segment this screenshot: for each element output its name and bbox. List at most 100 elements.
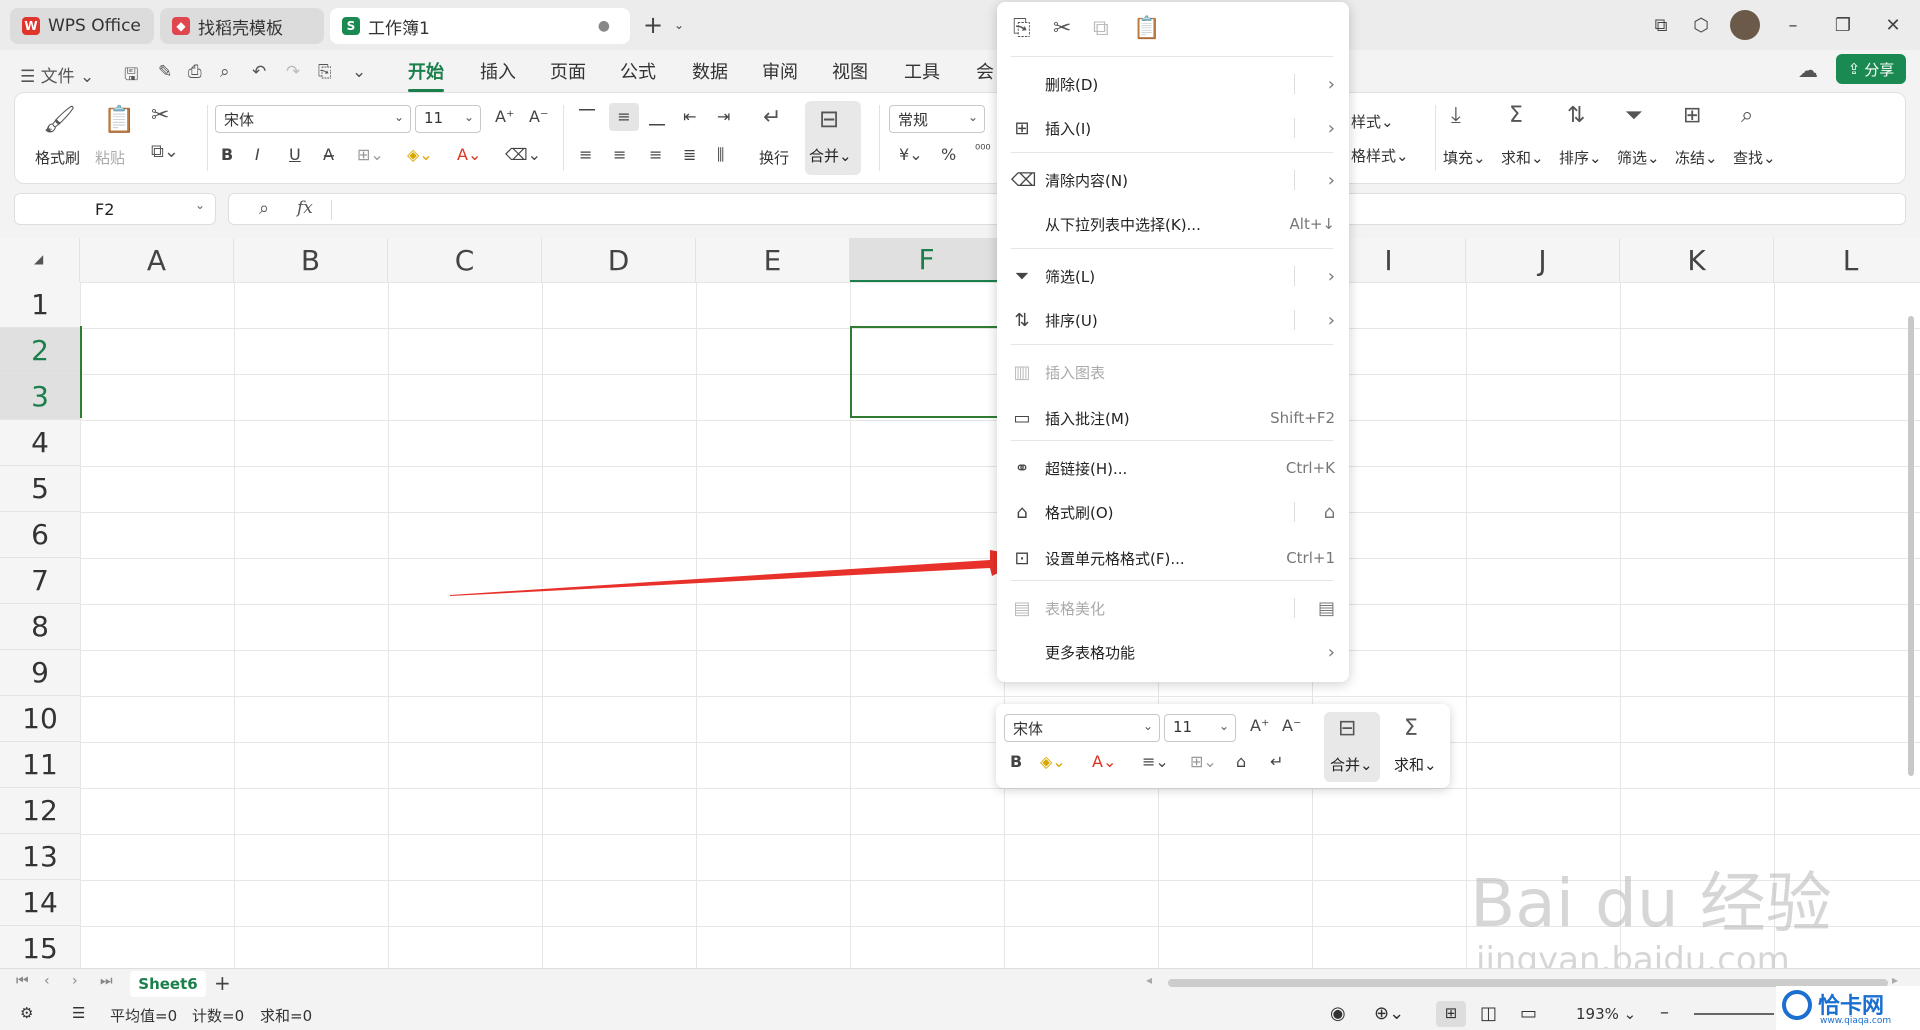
redo-icon[interactable]: ↷ bbox=[286, 62, 300, 82]
view-mode-icon[interactable]: ⊕⌄ bbox=[1374, 1003, 1404, 1024]
row-header[interactable]: 12 bbox=[0, 788, 80, 834]
row-header[interactable]: 9 bbox=[0, 650, 80, 696]
number-format-select[interactable]: 常规 ⌄ bbox=[889, 105, 985, 133]
context-menu-item[interactable]: ⚭ 超链接(H)... Ctrl+K bbox=[997, 448, 1349, 488]
freeze-icon[interactable]: ⊞ bbox=[1683, 103, 1701, 128]
align-left-icon[interactable]: ≡ bbox=[579, 145, 592, 164]
more-chevron-icon[interactable]: ⌄ bbox=[352, 62, 366, 82]
row-header[interactable]: 11 bbox=[0, 742, 80, 788]
menu-review[interactable]: 审阅 bbox=[762, 58, 798, 84]
format-painter-label[interactable]: 格式刷 bbox=[35, 147, 80, 168]
row-header[interactable]: 14 bbox=[0, 880, 80, 926]
column-header[interactable]: B bbox=[234, 238, 388, 282]
shrink-font-icon[interactable]: A⁻ bbox=[1282, 716, 1301, 735]
column-header[interactable]: J bbox=[1466, 238, 1620, 282]
context-menu-item[interactable]: ⌫ 清除内容(N) › bbox=[997, 160, 1349, 200]
window-mode-icon[interactable]: ⧉ bbox=[1648, 12, 1674, 38]
context-menu-item[interactable]: ⊞ 插入(I) › bbox=[997, 108, 1349, 148]
font-color-icon[interactable]: A⌄ bbox=[1092, 752, 1116, 771]
brush-icon[interactable]: ✎ bbox=[158, 62, 172, 82]
tab-templates[interactable]: ◆ 找稻壳模板 bbox=[160, 8, 324, 44]
freeze-label[interactable]: 冻结⌄ bbox=[1675, 147, 1718, 168]
filter-icon[interactable]: ⏷ bbox=[1625, 103, 1643, 128]
zoom-icon[interactable]: ⌕ bbox=[259, 198, 269, 219]
context-menu-item[interactable]: ⇅ 排序(U) › bbox=[997, 300, 1349, 340]
paste-label[interactable]: 粘贴 bbox=[95, 147, 125, 168]
row-header[interactable]: 15 bbox=[0, 926, 80, 972]
unsaved-dot-icon[interactable]: ● bbox=[598, 18, 610, 34]
next-sheet-icon[interactable]: › bbox=[72, 973, 78, 989]
justify-icon[interactable]: ≣ bbox=[683, 145, 696, 164]
underline-icon[interactable]: U bbox=[289, 145, 301, 164]
wrap-text-icon[interactable]: ↵ bbox=[1270, 752, 1283, 771]
minimize-icon[interactable]: – bbox=[1780, 12, 1806, 38]
new-doc-icon[interactable]: ⎘ bbox=[318, 62, 332, 82]
font-family-select[interactable]: 宋体 ⌄ bbox=[215, 105, 411, 133]
grow-font-icon[interactable]: A⁺ bbox=[1250, 716, 1269, 735]
row-header[interactable]: 8 bbox=[0, 604, 80, 650]
column-header[interactable]: L bbox=[1774, 238, 1920, 282]
context-menu-item[interactable]: ▥ 插入图表 bbox=[997, 352, 1349, 392]
first-sheet-icon[interactable]: ⏮ bbox=[16, 973, 29, 989]
styles-menu[interactable]: 样式⌄ bbox=[1351, 111, 1394, 132]
cut-icon[interactable]: ✂ bbox=[1053, 16, 1071, 41]
column-header[interactable]: C bbox=[388, 238, 542, 282]
align-center-icon[interactable]: ≡ bbox=[613, 145, 626, 164]
scroll-left-icon[interactable]: ◂ bbox=[1146, 973, 1152, 987]
italic-icon[interactable]: I bbox=[255, 145, 260, 164]
sheet-icon[interactable]: ☰ bbox=[72, 1004, 85, 1022]
fx-icon[interactable]: fx bbox=[297, 198, 313, 218]
paste-icon[interactable]: ⧉ bbox=[1093, 16, 1109, 41]
last-sheet-icon[interactable]: ⏭ bbox=[100, 973, 113, 989]
context-menu-item[interactable]: ⊡ 设置单元格格式(F)... Ctrl+1 bbox=[997, 538, 1349, 578]
cloud-upload-icon[interactable]: ☁ bbox=[1798, 58, 1818, 82]
column-header[interactable]: K bbox=[1620, 238, 1774, 282]
sort-icon[interactable]: ⇅ bbox=[1567, 103, 1585, 128]
menu-insert[interactable]: 插入 bbox=[480, 58, 516, 84]
row-header[interactable]: 13 bbox=[0, 834, 80, 880]
wrap-text-icon[interactable]: ↵ bbox=[763, 105, 781, 130]
row-header[interactable]: 1 bbox=[0, 282, 80, 328]
context-menu-item[interactable]: 更多表格功能 › bbox=[997, 632, 1349, 672]
eye-icon[interactable]: ◉ bbox=[1330, 1003, 1346, 1024]
chevron-down-icon[interactable]: ⌄ bbox=[666, 12, 692, 38]
scroll-right-icon[interactable]: ▸ bbox=[1892, 973, 1898, 987]
zoom-slider[interactable] bbox=[1694, 1013, 1774, 1015]
share-button[interactable]: ⇪ 分享 bbox=[1836, 54, 1906, 84]
currency-button[interactable]: ¥⌄ bbox=[899, 145, 923, 164]
bold-icon[interactable]: B bbox=[221, 145, 233, 164]
page-layout-icon[interactable]: ◫ bbox=[1480, 1003, 1497, 1024]
name-box[interactable]: F2 ⌄ bbox=[14, 193, 216, 225]
new-tab-icon[interactable]: + bbox=[640, 11, 666, 39]
fill-icon[interactable]: ⤓ bbox=[1451, 103, 1461, 128]
page-break-icon[interactable]: ▭ bbox=[1520, 1003, 1537, 1024]
align-top-icon[interactable]: ⎺ bbox=[579, 107, 595, 127]
restore-icon[interactable]: ❐ bbox=[1830, 12, 1856, 38]
zoom-level[interactable]: 193% ⌄ bbox=[1576, 1005, 1636, 1023]
context-menu-item[interactable]: ▤ 表格美化 ▤ bbox=[997, 588, 1349, 628]
copy-icon[interactable]: ⎘ bbox=[1013, 16, 1031, 41]
eraser-icon[interactable]: ⌫⌄ bbox=[505, 145, 541, 164]
font-color-icon[interactable]: A⌄ bbox=[457, 145, 481, 164]
close-icon[interactable]: ✕ bbox=[1880, 12, 1906, 38]
percent-button[interactable]: % bbox=[941, 145, 956, 164]
mini-font-select[interactable]: 宋体 ⌄ bbox=[1004, 714, 1160, 742]
bold-icon[interactable]: B bbox=[1010, 752, 1022, 771]
wrap-text-label[interactable]: 换行 bbox=[759, 147, 789, 168]
filter-label[interactable]: 筛选⌄ bbox=[1617, 147, 1660, 168]
menu-home[interactable]: 开始 bbox=[408, 58, 444, 92]
format-painter-icon[interactable]: 🖌 bbox=[43, 105, 76, 135]
format-painter-icon[interactable]: ⌂ bbox=[1236, 752, 1246, 771]
context-menu-item[interactable]: ▭ 插入批注(M) Shift+F2 bbox=[997, 398, 1349, 438]
row-header[interactable]: 10 bbox=[0, 696, 80, 742]
column-header[interactable]: E bbox=[696, 238, 850, 282]
indent-decrease-icon[interactable]: ⇤ bbox=[683, 107, 696, 126]
macro-icon[interactable]: ⚙ bbox=[20, 1004, 33, 1022]
search-icon[interactable]: ⌕ bbox=[1741, 103, 1753, 128]
avatar[interactable] bbox=[1730, 10, 1760, 40]
context-menu-item[interactable]: ⏷ 筛选(L) › bbox=[997, 256, 1349, 296]
mini-merge-button[interactable]: ⊟ 合并⌄ bbox=[1324, 712, 1380, 782]
shrink-font-icon[interactable]: A⁻ bbox=[529, 107, 548, 126]
table-styles-menu[interactable]: 格样式⌄ bbox=[1351, 145, 1409, 166]
border-icon[interactable]: ⊞⌄ bbox=[1190, 752, 1217, 771]
